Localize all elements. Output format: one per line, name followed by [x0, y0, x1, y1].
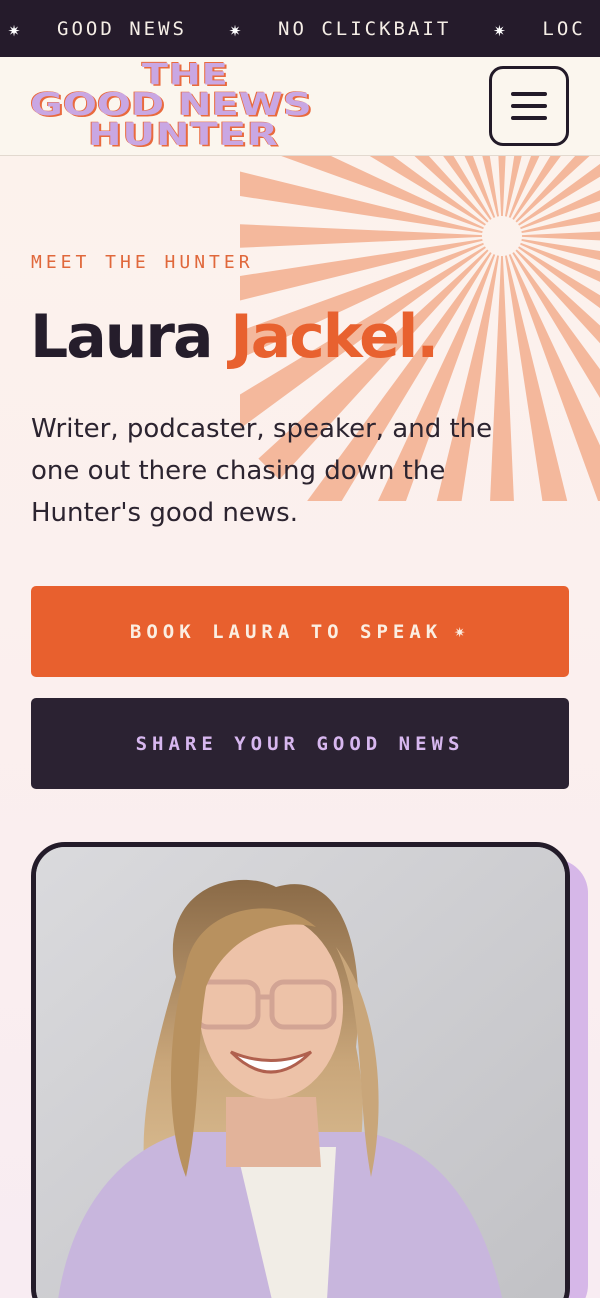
ticker-item: GOOD NEWS	[57, 17, 187, 40]
ticker-item: LOC	[542, 17, 586, 40]
eyebrow-label: MEET THE HUNTER	[31, 252, 254, 273]
name-last: Jackel.	[230, 302, 439, 372]
site-logo[interactable]: THE GOOD NEWS HUNTER	[30, 57, 356, 155]
name-first: Laura	[30, 302, 214, 372]
page-title: Laura Jackel.	[30, 302, 439, 372]
book-speaker-button[interactable]: BOOK LAURA TO SPEAK ✷	[31, 586, 569, 677]
portrait-image	[36, 847, 565, 1298]
menu-button[interactable]	[489, 66, 569, 146]
share-button-label: SHARE YOUR GOOD NEWS	[135, 732, 465, 755]
hamburger-icon	[511, 92, 547, 96]
share-news-button[interactable]: SHARE YOUR GOOD NEWS	[31, 698, 569, 789]
logo-line-3: HUNTER	[88, 117, 279, 153]
book-button-label: BOOK LAURA TO SPEAK	[129, 620, 443, 643]
portrait-photo	[31, 842, 570, 1298]
ticker-item: NO CLICKBAIT	[278, 17, 452, 40]
news-ticker: ✷ GOOD NEWS ✷ NO CLICKBAIT ✷ LOC	[0, 0, 600, 57]
site-header: THE GOOD NEWS HUNTER	[0, 57, 600, 156]
hamburger-icon	[511, 104, 547, 108]
bio-text: Writer, podcaster, speaker, and the one …	[31, 414, 493, 528]
star-icon: ✷	[493, 16, 509, 41]
star-icon: ✷	[8, 16, 24, 41]
sparkle-icon: ✷	[454, 621, 471, 642]
star-icon: ✷	[229, 16, 245, 41]
hamburger-icon	[511, 116, 547, 120]
